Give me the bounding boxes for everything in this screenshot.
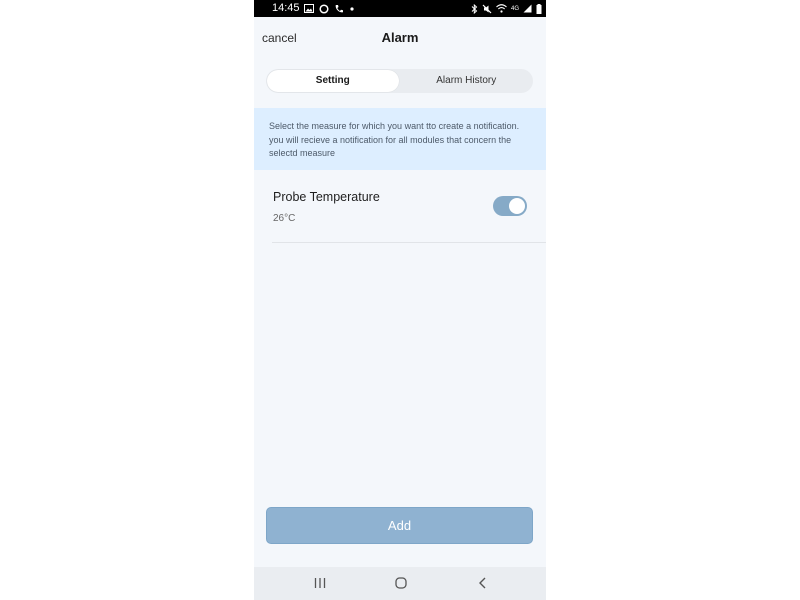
status-time: 14:45 <box>272 2 300 14</box>
add-button[interactable]: Add <box>266 507 533 544</box>
tab-alarm-history[interactable]: Alarm History <box>401 70 533 92</box>
header: cancel Alarm <box>254 17 546 57</box>
info-banner: Select the measure for which you want tt… <box>254 108 546 170</box>
bluetooth-icon <box>471 3 478 14</box>
recent-apps-icon[interactable] <box>310 575 330 591</box>
info-text: Select the measure for which you want tt… <box>269 121 520 158</box>
status-left-icons <box>304 3 355 14</box>
status-bar: 14:45 4G <box>254 0 546 17</box>
image-icon <box>304 4 314 13</box>
signal-icon <box>523 4 532 13</box>
dot-icon <box>349 6 355 12</box>
nav-bar <box>254 567 546 600</box>
wifi-icon <box>496 4 507 13</box>
page-title: Alarm <box>381 30 419 45</box>
tab-setting[interactable]: Setting <box>267 70 399 92</box>
measure-row: Probe Temperature 26°C <box>272 184 546 243</box>
status-right-icons: 4G <box>471 3 542 14</box>
toggle-knob <box>509 198 525 214</box>
measure-name: Probe Temperature <box>273 190 380 204</box>
phone-icon <box>334 4 344 14</box>
segmented-tabs: Setting Alarm History <box>266 69 533 93</box>
phone-screen: 14:45 4G cancel Alarm Setting Alarm Hist… <box>254 0 546 600</box>
mute-icon <box>482 4 492 14</box>
measure-value: 26°C <box>273 213 296 224</box>
measure-toggle[interactable] <box>493 196 527 216</box>
back-icon[interactable] <box>473 575 493 591</box>
circle-icon <box>319 3 329 14</box>
battery-icon <box>536 3 542 14</box>
network-label: 4G <box>510 5 519 12</box>
home-icon[interactable] <box>391 575 411 591</box>
